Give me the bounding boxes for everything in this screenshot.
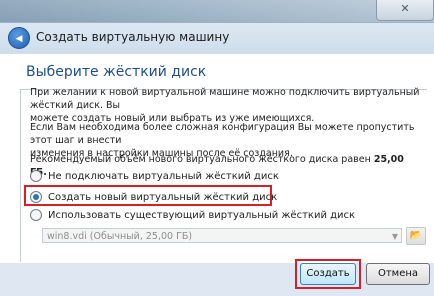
radio-create-new-disk[interactable] — [30, 191, 42, 203]
dialog-title: Создать виртуальную машину — [36, 30, 230, 44]
option-label: Использовать существующий виртуальный жё… — [48, 209, 356, 221]
radio-no-disk[interactable] — [30, 170, 42, 182]
close-icon: ✕ — [400, 2, 410, 15]
existing-disk-select[interactable]: win8.vdi (Обычный, 25,00 ГБ) ▼ — [42, 228, 402, 243]
existing-disk-value: win8.vdi (Обычный, 25,00 ГБ) — [47, 231, 193, 242]
parent-close-button[interactable]: ✕ — [376, 0, 434, 21]
chevron-down-icon: ▼ — [391, 232, 398, 241]
recommended-size-label: Рекомендуемый объём нового виртуального … — [30, 154, 374, 165]
description-line: Если Вам необходима более сложная конфиг… — [30, 122, 415, 146]
description-paragraph-1: При желании к новой виртуальной машине м… — [30, 86, 422, 125]
folder-icon: 📂 — [409, 230, 423, 241]
dialog-header: ◀ Создать виртуальную машину — [0, 23, 434, 53]
parent-window-titlebar — [0, 0, 434, 22]
option-use-existing-disk[interactable]: Использовать существующий виртуальный жё… — [30, 207, 355, 223]
option-create-new-disk[interactable]: Создать новый виртуальный жёсткий диск — [30, 189, 277, 205]
choose-disk-file-button[interactable]: 📂 — [406, 227, 426, 245]
back-arrow-icon: ◀ — [15, 34, 23, 44]
create-button[interactable]: Создать — [300, 263, 356, 285]
page-title: Выберите жёсткий диск — [26, 64, 207, 80]
description-line: При желании к новой виртуальной машине м… — [30, 87, 420, 111]
option-label: Не подключать виртуальный жёсткий диск — [48, 170, 279, 182]
back-button[interactable]: ◀ — [8, 27, 30, 49]
radio-use-existing-disk[interactable] — [30, 209, 42, 221]
option-no-disk[interactable]: Не подключать виртуальный жёсткий диск — [30, 168, 279, 184]
cancel-button[interactable]: Отмена — [366, 263, 430, 285]
option-label: Создать новый виртуальный жёсткий диск — [48, 191, 278, 203]
